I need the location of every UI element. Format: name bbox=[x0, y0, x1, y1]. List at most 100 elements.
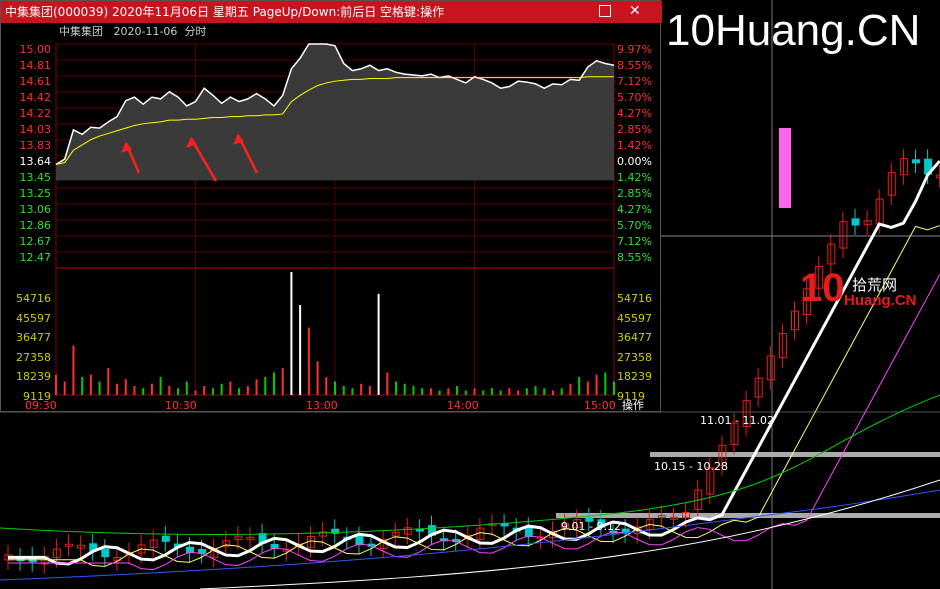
candle-body bbox=[621, 528, 630, 534]
pct-tick-label: 5.70% bbox=[617, 219, 652, 232]
price-tick-label: 12.86 bbox=[19, 219, 52, 232]
volume-bar bbox=[429, 388, 432, 395]
candle-body bbox=[851, 218, 860, 226]
price-band bbox=[650, 452, 940, 457]
price-tick-label: 13.64 bbox=[19, 155, 52, 168]
volume-bar bbox=[229, 381, 232, 395]
volume-bar bbox=[246, 386, 249, 395]
price-tick-label: 13.45 bbox=[19, 171, 52, 184]
volume-bar bbox=[586, 381, 589, 395]
pct-tick-label: 1.42% bbox=[617, 139, 652, 152]
pct-tick-label: 4.27% bbox=[617, 107, 652, 120]
chart-mode: 分时 bbox=[184, 25, 207, 38]
maximize-icon[interactable] bbox=[599, 5, 611, 17]
volume-bar bbox=[456, 386, 459, 395]
volume-bar bbox=[203, 386, 206, 395]
volume-bar bbox=[447, 388, 450, 395]
pct-tick-label: 2.85% bbox=[617, 123, 652, 136]
volume-bar bbox=[316, 361, 319, 395]
price-tick-label: 14.42 bbox=[19, 91, 52, 104]
price-tick-label: 13.25 bbox=[19, 187, 52, 200]
volume-bar bbox=[421, 388, 424, 395]
window-title: 中集集团(000039) 2020年11月06日 星期五 PageUp/Down… bbox=[5, 5, 445, 19]
intraday-chart bbox=[55, 43, 615, 396]
price-tick-label: 13.06 bbox=[19, 203, 52, 216]
volume-bar bbox=[255, 379, 258, 395]
pct-tick-label: 9.97% bbox=[617, 43, 652, 56]
volume-bar bbox=[264, 377, 267, 395]
volume-tick-label: 45597 bbox=[617, 311, 652, 325]
price-area bbox=[56, 44, 614, 165]
volume-bar bbox=[490, 388, 493, 395]
volume-bar bbox=[578, 377, 581, 395]
volume-bar bbox=[307, 327, 310, 395]
volume-bar bbox=[395, 381, 398, 395]
pct-tick-label: 5.70% bbox=[617, 91, 652, 104]
time-tick-label: 13:00 bbox=[306, 399, 338, 412]
volume-bar bbox=[89, 374, 92, 395]
volume-bar bbox=[211, 388, 214, 395]
price-tick-label: 15.00 bbox=[19, 43, 52, 56]
pct-tick-label: 0.00% bbox=[617, 155, 652, 168]
close-icon[interactable]: ✕ bbox=[629, 2, 641, 20]
price-tick-label: 14.03 bbox=[19, 123, 52, 136]
volume-bar bbox=[177, 388, 180, 395]
pct-tick-label: 7.12% bbox=[617, 75, 652, 88]
volume-bar bbox=[534, 386, 537, 395]
volume-bar bbox=[168, 386, 171, 395]
pct-tick-label: 1.42% bbox=[617, 171, 652, 184]
volume-bar bbox=[98, 381, 101, 395]
price-tick-label: 12.67 bbox=[19, 235, 52, 248]
volume-bar bbox=[403, 383, 406, 395]
volume-bar bbox=[81, 377, 84, 395]
price-tick-label: 12.47 bbox=[19, 251, 52, 264]
volume-bar bbox=[220, 383, 223, 395]
volume-bar bbox=[159, 377, 162, 395]
intraday-window[interactable]: 中集集团(000039) 2020年11月06日 星期五 PageUp/Down… bbox=[0, 0, 662, 413]
volume-bar bbox=[508, 388, 511, 395]
volume-bar bbox=[116, 383, 119, 395]
volume-bar bbox=[525, 388, 528, 395]
volume-bar bbox=[386, 372, 389, 395]
volume-tick-label: 54716 bbox=[617, 292, 652, 305]
candle-body bbox=[101, 548, 110, 558]
volume-bar bbox=[290, 272, 293, 395]
pct-tick-label: 4.27% bbox=[617, 203, 652, 216]
pct-tick-label: 2.85% bbox=[617, 187, 652, 200]
volume-bar bbox=[569, 383, 572, 395]
volume-bar bbox=[299, 305, 302, 395]
volume-bar bbox=[368, 386, 371, 395]
volume-bar bbox=[238, 388, 241, 395]
range-label: 10.15 - 10.28 bbox=[654, 460, 728, 473]
volume-tick-label: 45597 bbox=[16, 311, 51, 325]
operate-button[interactable]: 操作 bbox=[622, 397, 644, 413]
volume-bar bbox=[272, 372, 275, 395]
volume-bar bbox=[185, 381, 188, 395]
volume-bar bbox=[473, 388, 476, 395]
chart-stock-name: 中集集团 bbox=[59, 25, 103, 38]
volume-bar bbox=[377, 293, 380, 395]
volume-bar bbox=[438, 390, 441, 395]
volume-tick-label: 36477 bbox=[617, 331, 652, 344]
volume-bar bbox=[342, 386, 345, 395]
volume-tick-label: 54716 bbox=[16, 292, 51, 305]
time-tick-label: 10:30 bbox=[165, 399, 197, 412]
time-tick-label: 15:00 bbox=[584, 399, 616, 412]
volume-tick-label: 18239 bbox=[617, 370, 652, 383]
volume-bar bbox=[482, 390, 485, 395]
candle-body bbox=[524, 526, 533, 538]
range-label: 11.01 - 11.02 bbox=[700, 414, 774, 427]
price-tick-label: 14.81 bbox=[19, 59, 52, 72]
volume-bar bbox=[551, 390, 554, 395]
site-watermark: 10Huang.CN bbox=[666, 6, 921, 55]
volume-bar bbox=[412, 386, 415, 395]
volume-bar bbox=[107, 368, 110, 395]
pct-tick-label: 8.55% bbox=[617, 59, 652, 72]
volume-bar bbox=[334, 381, 336, 395]
candle-body bbox=[355, 536, 364, 546]
window-titlebar[interactable]: 中集集团(000039) 2020年11月06日 星期五 PageUp/Down… bbox=[1, 1, 662, 23]
price-tick-label: 14.22 bbox=[19, 107, 52, 120]
pct-tick-label: 7.12% bbox=[617, 235, 652, 248]
volume-tick-label: 27358 bbox=[16, 350, 51, 364]
limit-up-candle bbox=[779, 128, 791, 208]
